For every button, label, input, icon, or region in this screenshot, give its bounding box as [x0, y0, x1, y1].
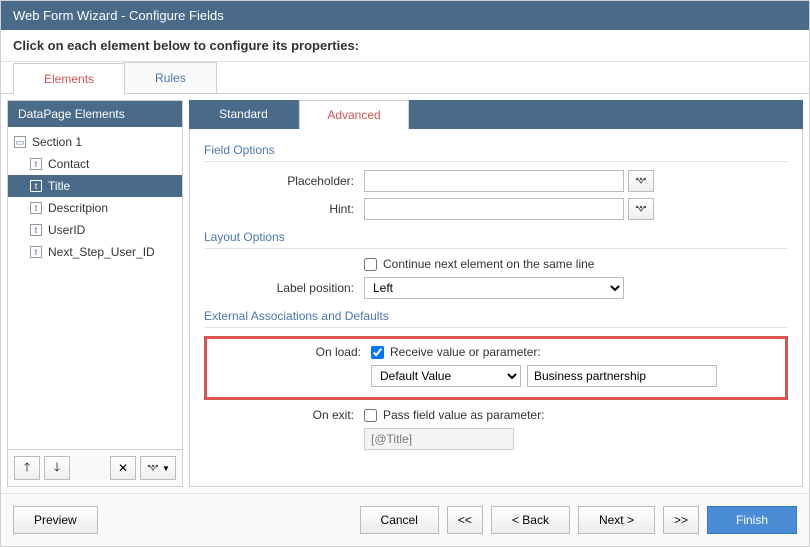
receive-value-checkbox[interactable] [371, 346, 384, 359]
tree-field-contact[interactable]: t Contact [8, 153, 182, 175]
last-button[interactable]: >> [663, 506, 699, 534]
tree-field-label: Title [48, 179, 70, 193]
label-position-label: Label position: [204, 281, 364, 295]
cancel-button[interactable]: Cancel [360, 506, 439, 534]
first-button[interactable]: << [447, 506, 483, 534]
window-title: Web Form Wizard - Configure Fields [1, 1, 809, 30]
move-up-button[interactable]: 🡑 [14, 456, 40, 480]
tree-field-next_step_user_id[interactable]: t Next_Step_User_ID [8, 241, 182, 263]
field-icon: t [30, 180, 42, 192]
tab-elements[interactable]: Elements [13, 63, 125, 94]
tree-field-userid[interactable]: t UserID [8, 219, 182, 241]
arrow-up-icon: 🡑 [24, 458, 30, 479]
hint-input[interactable] [364, 198, 624, 220]
tree-field-label: Next_Step_User_ID [48, 245, 155, 259]
tab-rules[interactable]: Rules [124, 62, 217, 93]
field-icon: t [30, 246, 42, 258]
instruction-text: Click on each element below to configure… [1, 30, 809, 62]
main-tabs: Elements Rules [1, 62, 809, 94]
placeholder-label: Placeholder: [204, 174, 364, 188]
tree-field-title[interactable]: t Title [8, 175, 182, 197]
exit-param-input [364, 428, 514, 450]
layout-options-header: Layout Options [204, 226, 788, 249]
tree-field-label: Contact [48, 157, 89, 171]
pass-value-checkbox[interactable] [364, 409, 377, 422]
continue-checkbox[interactable] [364, 258, 377, 271]
tree-add-icon [146, 463, 160, 473]
receive-value-label: Receive value or parameter: [390, 345, 541, 359]
subtab-standard[interactable]: Standard [189, 100, 299, 129]
close-icon: ✕ [118, 461, 128, 475]
field-icon: t [30, 202, 42, 214]
hint-label: Hint: [204, 202, 364, 216]
tree-field-label: UserID [48, 223, 85, 237]
chevron-down-icon: ▼ [162, 464, 170, 473]
external-header: External Associations and Defaults [204, 305, 788, 328]
picker-icon [634, 204, 648, 214]
picker-icon [634, 176, 648, 186]
hint-picker-button[interactable] [628, 198, 654, 220]
on-exit-label: On exit: [204, 408, 364, 422]
elements-panel-header: DataPage Elements [8, 101, 182, 127]
move-down-button[interactable]: 🡓 [44, 456, 70, 480]
field-options-header: Field Options [204, 139, 788, 162]
on-load-label: On load: [211, 345, 371, 359]
tree-field-label: Descritpion [48, 201, 108, 215]
placeholder-picker-button[interactable] [628, 170, 654, 192]
next-button[interactable]: Next > [578, 506, 655, 534]
highlight-box: On load: Receive value or parameter: Def… [204, 336, 788, 400]
subtab-advanced[interactable]: Advanced [299, 100, 409, 129]
elements-tree: ▭ Section 1 tContacttTitletDescritpiontU… [8, 127, 182, 449]
back-button[interactable]: < Back [491, 506, 570, 534]
continue-label: Continue next element on the same line [383, 257, 594, 271]
add-menu-button[interactable]: ▼ [140, 456, 176, 480]
arrow-down-icon: 🡓 [54, 458, 60, 479]
section-icon: ▭ [14, 136, 26, 148]
delete-button[interactable]: ✕ [110, 456, 136, 480]
tree-field-descritpion[interactable]: t Descritpion [8, 197, 182, 219]
preview-button[interactable]: Preview [13, 506, 98, 534]
field-icon: t [30, 158, 42, 170]
finish-button[interactable]: Finish [707, 506, 797, 534]
label-position-select[interactable]: Left [364, 277, 624, 299]
tree-section-label: Section 1 [32, 135, 82, 149]
subtab-filler [409, 100, 803, 129]
placeholder-input[interactable] [364, 170, 624, 192]
load-value-input[interactable] [527, 365, 717, 387]
pass-value-label: Pass field value as parameter: [383, 408, 544, 422]
tree-section[interactable]: ▭ Section 1 [8, 131, 182, 153]
load-type-select[interactable]: Default Value [371, 365, 521, 387]
field-icon: t [30, 224, 42, 236]
